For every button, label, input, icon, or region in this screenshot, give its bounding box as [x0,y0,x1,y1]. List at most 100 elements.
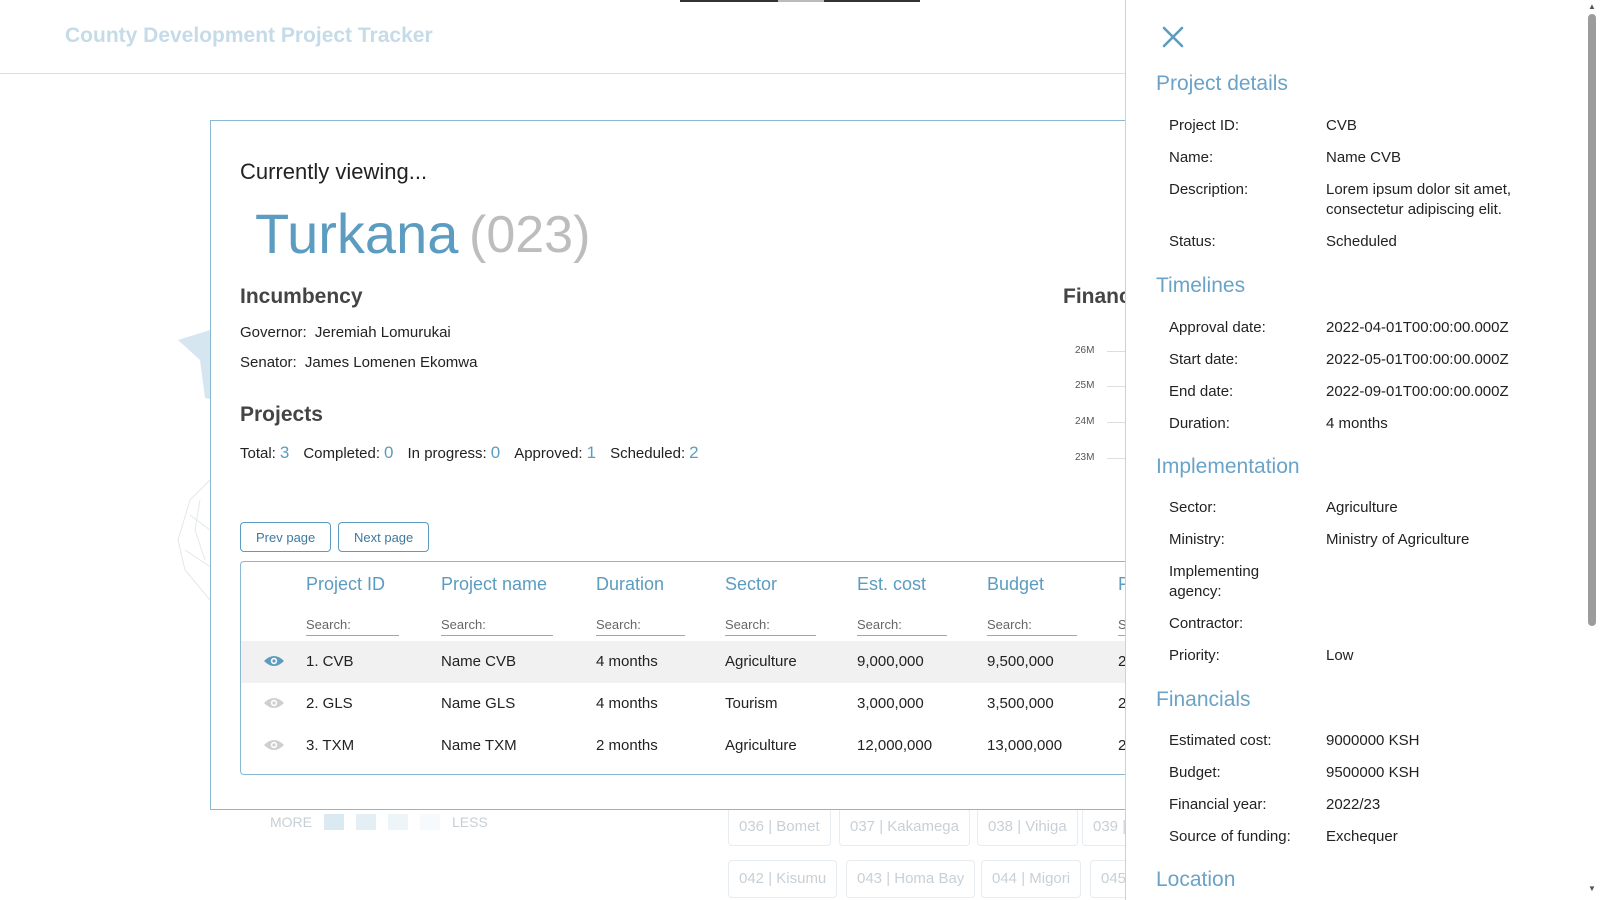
search-input-duration[interactable] [596,614,685,636]
eye-icon[interactable] [263,737,285,753]
stat-total: Total: 3 [240,443,290,462]
county-button[interactable]: 036 | Bomet [728,808,831,846]
fin-tick-label: 23M [1075,452,1095,463]
county-button[interactable]: 042 | Kisumu [728,860,838,898]
detail-label: Source of funding: [1169,828,1291,845]
detail-value: 4 months [1326,415,1388,432]
senator-label: Senator: [240,354,297,371]
detail-label: Name: [1169,149,1214,166]
eye-icon[interactable] [263,653,285,669]
detail-label: Implementing agency: [1169,563,1260,600]
cell-budget: 3,500,000 [987,695,1054,712]
detail-value: 2022/23 [1326,796,1381,813]
eye-icon[interactable] [263,695,285,711]
search-input-budget[interactable] [987,614,1077,636]
scroll-down-arrow-icon[interactable]: ▼ [1588,884,1596,893]
top-tab-indicator [680,0,920,2]
detail-label: Financial year: [1169,796,1267,813]
governor-name: Jeremiah Lomurukai [314,324,451,341]
cell-project-id: 1. CVB [306,653,354,670]
detail-value: Lorem ipsum dolor sit amet, consectetur … [1326,181,1512,218]
senator-row: Senator: James Lomenen Ekomwa [240,354,477,371]
column-header-duration[interactable]: Duration [596,574,664,595]
detail-value: 2022-04-01T00:00:00.000Z [1326,319,1509,336]
project-details-drawer: Project details Project ID: CVB Name: Na… [1125,0,1600,900]
stat-approved: Approved: 1 [514,443,597,462]
drawer-scrollbar[interactable] [1588,14,1596,626]
county-code: (023) [469,206,591,264]
project-stats: Total: 3 Completed: 0 In progress: 0 Approv… [240,443,699,463]
projects-heading: Projects [240,403,323,426]
scroll-up-arrow-icon[interactable]: ▲ [1588,2,1596,11]
stat-completed: Completed: 0 [303,443,394,462]
detail-label: Approval date: [1169,319,1266,336]
column-header-budget[interactable]: Budget [987,574,1044,595]
cell-est-cost: 9,000,000 [857,653,924,670]
cell-est-cost: 3,000,000 [857,695,924,712]
financials-heading: Financ [1063,285,1130,308]
senator-name: James Lomenen Ekomwa [304,354,478,371]
search-input-project-name[interactable] [441,614,553,636]
section-title-location: Location [1156,868,1236,891]
detail-label: Duration: [1169,415,1230,432]
detail-label: Priority: [1169,647,1220,664]
column-header-sector[interactable]: Sector [725,574,777,595]
prev-page-button[interactable]: Prev page [240,522,332,552]
detail-label: Project ID: [1169,117,1240,134]
detail-label: End date: [1169,383,1234,400]
governor-label: Governor: [240,324,307,341]
incumbency-heading: Incumbency [240,285,363,308]
governor-row: Governor: Jeremiah Lomurukai [240,324,451,341]
app-title: County Development Project Tracker [65,24,433,47]
detail-value: Low [1326,647,1354,664]
county-button[interactable]: 037 | Kakamega [839,808,970,846]
cell-duration: 2 months [596,737,658,754]
detail-value: Agriculture [1326,499,1398,516]
legend-swatch [420,814,440,830]
cell-duration: 4 months [596,653,658,670]
county-name: Turkana [255,202,459,265]
cell-project-id: 2. GLS [306,695,353,712]
section-title-implementation: Implementation [1156,455,1300,478]
detail-value: 2022-05-01T00:00:00.000Z [1326,351,1509,368]
detail-value: Scheduled [1326,233,1397,250]
detail-value: Ministry of Agriculture [1326,531,1470,548]
cell-project-name: Name GLS [441,695,516,712]
county-button[interactable]: 038 | Vihiga [977,808,1078,846]
map-legend: MORE LESS [270,814,488,830]
detail-value: Name CVB [1326,149,1402,166]
stat-in-progress: In progress: 0 [407,443,501,462]
cell-project-name: Name TXM [441,737,517,754]
projects-table: Project ID Project name Duration Sector … [240,561,1129,775]
legend-swatch [324,814,344,830]
section-title-details: Project details [1156,72,1288,95]
detail-label: Contractor: [1169,615,1244,632]
close-icon[interactable] [1160,24,1186,50]
cell-sector: Agriculture [725,737,797,754]
section-title-timelines: Timelines [1156,274,1246,297]
viewing-label: Currently viewing... [240,159,428,184]
county-button[interactable]: 043 | Homa Bay [846,860,976,898]
cell-budget: 9,500,000 [987,653,1054,670]
legend-swatch [388,814,408,830]
cell-sector: Agriculture [725,653,797,670]
search-input-est-cost[interactable] [857,614,947,636]
detail-label: Start date: [1169,351,1239,368]
column-header-project-name[interactable]: Project name [441,574,547,595]
county-button[interactable]: 044 | Migori [981,860,1082,898]
detail-value: 9500000 KSH [1326,764,1420,781]
detail-value: CVB [1326,117,1357,134]
column-header-project-id[interactable]: Project ID [306,574,385,595]
table-row[interactable]: 3. TXM Name TXM 2 months Agriculture 12,… [241,725,1129,767]
stat-scheduled: Scheduled: 2 [610,443,699,462]
search-input-sector[interactable] [725,614,816,636]
column-header-est-cost[interactable]: Est. cost [857,574,926,595]
search-input-project-id[interactable] [306,614,399,636]
table-row[interactable]: 1. CVB Name CVB 4 months Agriculture 9,0… [241,641,1129,683]
cell-project-id: 3. TXM [306,737,355,754]
table-row[interactable]: 2. GLS Name GLS 4 months Tourism 3,000,0… [241,683,1129,725]
next-page-button[interactable]: Next page [338,522,430,552]
fin-tick-label: 25M [1075,380,1095,391]
detail-value: 9000000 KSH [1326,732,1420,749]
section-title-financials: Financials [1156,688,1251,711]
